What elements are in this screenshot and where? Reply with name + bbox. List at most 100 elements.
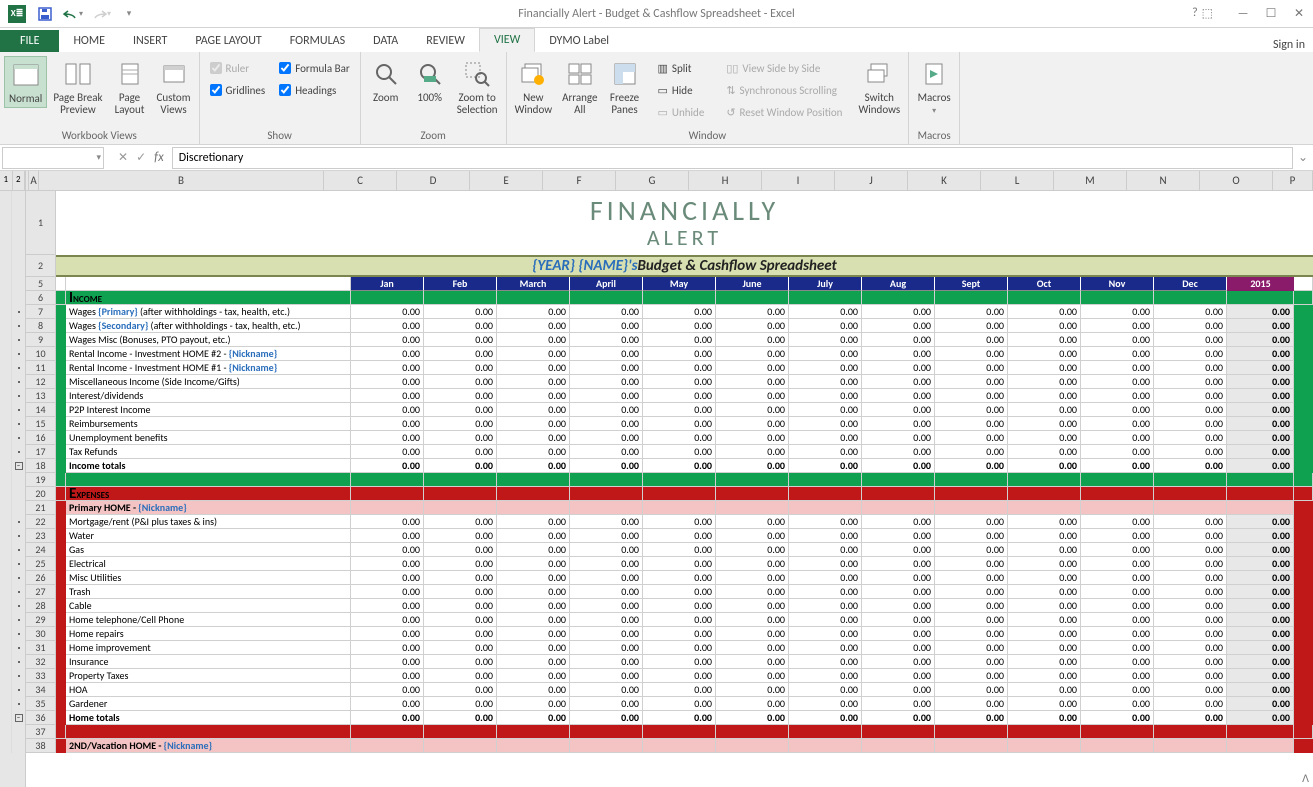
cell[interactable]: 0.00	[789, 445, 862, 459]
enter-formula-icon[interactable]: ✓	[136, 150, 146, 165]
cell[interactable]	[1294, 333, 1313, 347]
cell[interactable]: 0.00	[497, 305, 570, 319]
cell[interactable]: 0.00	[1008, 599, 1081, 613]
cell[interactable]: 0.00	[570, 389, 643, 403]
cell[interactable]: 0.00	[424, 543, 497, 557]
cell[interactable]: 0.00	[716, 361, 789, 375]
cell[interactable]: 0.00	[643, 669, 716, 683]
cell[interactable]	[1294, 361, 1313, 375]
cell[interactable]: 0.00	[789, 697, 862, 711]
cell[interactable]: 0.00	[424, 333, 497, 347]
cell[interactable]: 0.00	[497, 375, 570, 389]
cell[interactable]: 0.00	[789, 333, 862, 347]
cell[interactable]: 0.00	[789, 431, 862, 445]
cell[interactable]: 0.00	[570, 557, 643, 571]
cell[interactable]: 0.00	[351, 375, 424, 389]
cell[interactable]: 0.00	[1008, 305, 1081, 319]
maximize-button[interactable]: ☐	[1257, 4, 1285, 24]
cell[interactable]: 0.00	[424, 403, 497, 417]
cell[interactable]: 0.00	[497, 683, 570, 697]
cell[interactable]: 0.00	[716, 389, 789, 403]
cell[interactable]: Home totals	[66, 711, 351, 725]
cell[interactable]	[56, 333, 66, 347]
cell[interactable]: 0.00	[351, 459, 424, 473]
cell[interactable]: 0.00	[716, 403, 789, 417]
cell[interactable]: 0.00	[351, 627, 424, 641]
cell[interactable]: 0.00	[1081, 627, 1154, 641]
cell[interactable]: 0.00	[789, 571, 862, 585]
column-header-N[interactable]: N	[1127, 171, 1200, 190]
cell[interactable]: 0.00	[351, 711, 424, 725]
cell[interactable]: 0.00	[424, 515, 497, 529]
tab-view[interactable]: VIEW	[479, 28, 535, 52]
tab-file[interactable]: FILE	[0, 30, 59, 52]
cell[interactable]: 0.00	[497, 333, 570, 347]
column-header-H[interactable]: H	[689, 171, 762, 190]
cell[interactable]: 0.00	[643, 515, 716, 529]
column-header-I[interactable]: I	[762, 171, 835, 190]
cell[interactable]: Water	[66, 529, 351, 543]
cell[interactable]: Home telephone/Cell Phone	[66, 613, 351, 627]
cell[interactable]: 0.00	[716, 585, 789, 599]
page-layout-button[interactable]: Page Layout	[109, 56, 151, 118]
row-header-33[interactable]: 33	[26, 669, 56, 683]
cell[interactable]	[1294, 683, 1313, 697]
cell[interactable]: 0.00	[1008, 529, 1081, 543]
new-window-button[interactable]: New Window	[511, 56, 557, 118]
cell[interactable]: 0.00	[351, 655, 424, 669]
unhide-button[interactable]: ▭Unhide	[654, 102, 709, 122]
cell[interactable]: Wages {Secondary} (after withholdings - …	[66, 319, 351, 333]
month-header[interactable]: Aug	[862, 277, 935, 291]
cell[interactable]: 0.00	[1008, 445, 1081, 459]
income-section-header[interactable]: Income	[66, 291, 351, 305]
cell[interactable]	[56, 571, 66, 585]
custom-views-button[interactable]: Custom Views	[153, 56, 195, 118]
cell[interactable]: 0.00	[570, 669, 643, 683]
cell[interactable]: Wages {Primary} (after withholdings - ta…	[66, 305, 351, 319]
cell[interactable]: 0.00	[1154, 515, 1227, 529]
cell[interactable]: 0.00	[1081, 375, 1154, 389]
cell[interactable]: 0.00	[497, 459, 570, 473]
cell[interactable]: 0.00	[1227, 571, 1294, 585]
cell[interactable]: 0.00	[862, 711, 935, 725]
cell[interactable]: Trash	[66, 585, 351, 599]
cell[interactable]: 0.00	[935, 641, 1008, 655]
cell[interactable]: 0.00	[716, 333, 789, 347]
row-header-32[interactable]: 32	[26, 655, 56, 669]
cancel-formula-icon[interactable]: ✕	[118, 150, 128, 165]
cell[interactable]: Property Taxes	[66, 669, 351, 683]
cell[interactable]: 0.00	[1154, 641, 1227, 655]
cell[interactable]: 0.00	[789, 515, 862, 529]
cell[interactable]	[1294, 319, 1313, 333]
sync-scroll-button[interactable]: ⇅Synchronous Scrolling	[722, 80, 846, 100]
cell[interactable]: 0.00	[789, 655, 862, 669]
cell[interactable]: 0.00	[789, 459, 862, 473]
cell[interactable]	[56, 613, 66, 627]
cell[interactable]: 0.00	[351, 585, 424, 599]
cell[interactable]: 0.00	[643, 613, 716, 627]
split-button[interactable]: ▥Split	[654, 58, 709, 78]
cell[interactable]: 0.00	[935, 669, 1008, 683]
tab-insert[interactable]: INSERT	[119, 30, 181, 52]
cell[interactable]: 0.00	[351, 683, 424, 697]
cell[interactable]: 0.00	[570, 375, 643, 389]
cell[interactable]	[56, 669, 66, 683]
cell[interactable]: 0.00	[643, 655, 716, 669]
cell[interactable]: 0.00	[1008, 627, 1081, 641]
cell[interactable]: 0.00	[716, 375, 789, 389]
cell[interactable]: 0.00	[570, 403, 643, 417]
cell[interactable]: 0.00	[351, 529, 424, 543]
cell[interactable]: 0.00	[424, 305, 497, 319]
cell[interactable]: 0.00	[862, 515, 935, 529]
cell[interactable]: 0.00	[1227, 585, 1294, 599]
row-header-20[interactable]: 20	[26, 487, 56, 501]
row-header-6[interactable]: 6	[26, 291, 56, 305]
cell[interactable]: 0.00	[497, 417, 570, 431]
cell[interactable]: 0.00	[862, 599, 935, 613]
cell[interactable]: 0.00	[1154, 529, 1227, 543]
cell[interactable]: 0.00	[1081, 599, 1154, 613]
cell[interactable]: 0.00	[351, 389, 424, 403]
cell[interactable]: 0.00	[351, 669, 424, 683]
month-header[interactable]: Sept	[935, 277, 1008, 291]
cell[interactable]: 0.00	[1081, 697, 1154, 711]
